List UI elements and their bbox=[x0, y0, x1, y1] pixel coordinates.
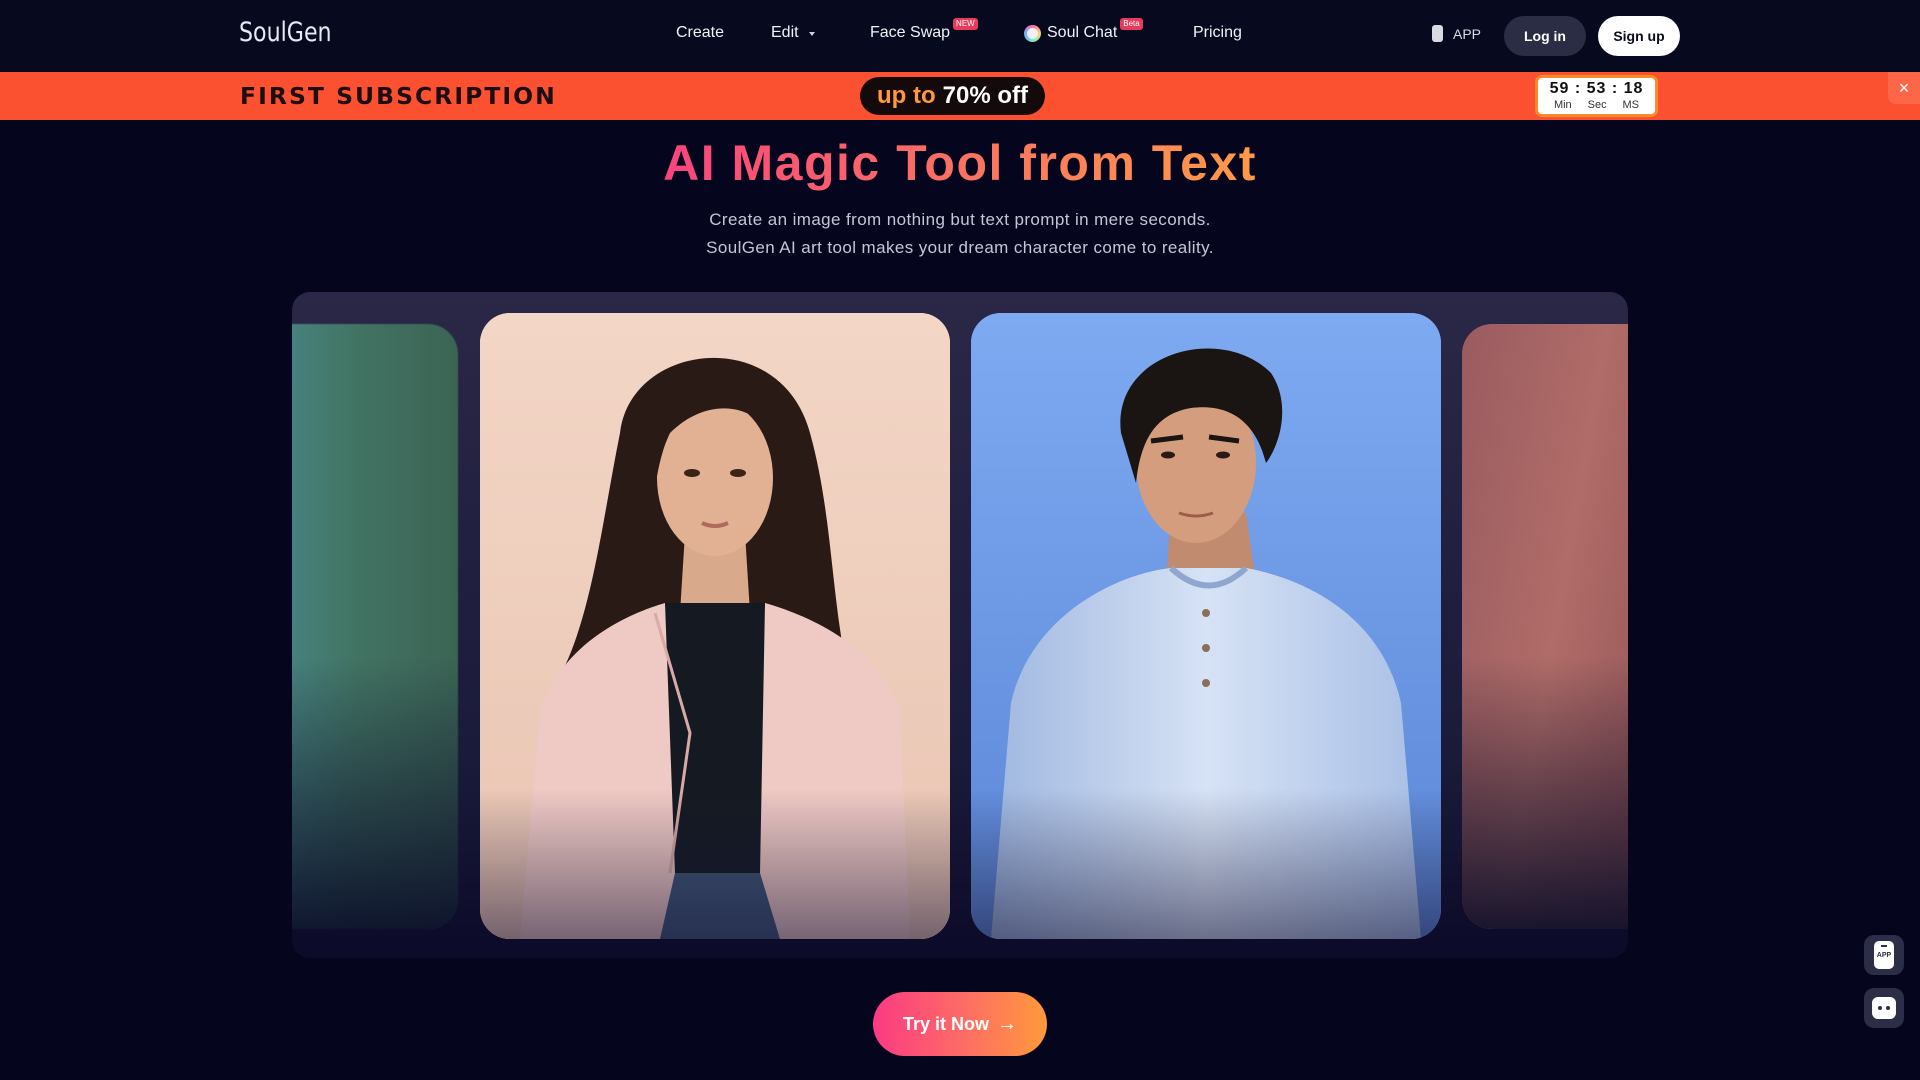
timer-min: 59 bbox=[1549, 80, 1570, 97]
timer-sec: 53 bbox=[1586, 80, 1607, 97]
app-link-label: APP bbox=[1453, 25, 1482, 42]
chat-bot-icon bbox=[1872, 997, 1896, 1019]
countdown-timer: 59 : 53 : 18 Min Sec MS bbox=[1535, 75, 1658, 117]
woman-portrait[interactable] bbox=[480, 313, 950, 939]
try-it-now-button[interactable]: Try it Now → bbox=[873, 992, 1047, 1056]
nav-pricing[interactable]: Pricing bbox=[1193, 24, 1242, 42]
try-it-now-label: Try it Now bbox=[902, 1013, 989, 1034]
blurred-left-slide[interactable] bbox=[292, 324, 458, 929]
nav-face-swap-label: Face Swap bbox=[870, 24, 951, 41]
nav-create[interactable]: Create bbox=[676, 24, 724, 42]
close-icon[interactable]: × bbox=[1888, 72, 1920, 104]
arrow-right-icon: → bbox=[997, 1012, 1017, 1035]
chevron-down-icon bbox=[808, 32, 815, 36]
timer-min-label: Min bbox=[1553, 99, 1572, 111]
timer-labels: Min Sec MS bbox=[1538, 99, 1655, 111]
page-title-text: AI Magic Tool from Text bbox=[663, 135, 1257, 191]
app-download-link[interactable]: APP bbox=[1432, 25, 1481, 42]
nav-soul-chat[interactable]: Soul Chat Beta bbox=[1024, 18, 1143, 42]
page-title: AI Magic Tool from Text bbox=[0, 134, 1920, 192]
slide-fade-overlay bbox=[480, 789, 950, 939]
timer-sec-label: Sec bbox=[1587, 99, 1607, 111]
floating-app-label: APP bbox=[1876, 951, 1892, 959]
timer-ms-label: MS bbox=[1622, 99, 1640, 111]
blurred-right-slide[interactable] bbox=[1462, 324, 1628, 929]
timer-values: 59 : 53 : 18 bbox=[1549, 80, 1644, 97]
floating-app-button[interactable]: APP bbox=[1864, 935, 1904, 975]
discount-value: 70% off bbox=[942, 82, 1028, 109]
timer-ms: 18 bbox=[1623, 80, 1644, 97]
hero-subtitle-line1: Create an image from nothing but text pr… bbox=[709, 210, 1211, 229]
app-phone-icon: APP bbox=[1874, 941, 1894, 969]
nav-edit[interactable]: Edit bbox=[771, 24, 815, 42]
floating-chat-button[interactable] bbox=[1864, 988, 1904, 1028]
slide-fade-overlay bbox=[971, 789, 1441, 939]
image-carousel[interactable] bbox=[292, 292, 1628, 958]
login-button[interactable]: Log in bbox=[1504, 16, 1586, 56]
nav-face-swap[interactable]: Face Swap NEW bbox=[870, 18, 978, 42]
discount-prefix: up to bbox=[877, 82, 936, 109]
nav-create-label: Create bbox=[676, 24, 725, 41]
promo-banner[interactable]: FIRST SUBSCRIPTION up to 70% off 59 : 53… bbox=[0, 72, 1920, 120]
nav-pricing-label: Pricing bbox=[1193, 24, 1242, 41]
hero-subtitle-line2: SoulGen AI art tool makes your dream cha… bbox=[706, 238, 1214, 257]
promo-title: FIRST SUBSCRIPTION bbox=[240, 84, 557, 110]
signup-button[interactable]: Sign up bbox=[1598, 16, 1680, 56]
nav-soul-chat-label: Soul Chat bbox=[1047, 24, 1118, 41]
man-portrait[interactable] bbox=[971, 313, 1441, 939]
discount-pill: up to 70% off bbox=[860, 77, 1045, 115]
soul-chat-icon bbox=[1024, 24, 1041, 42]
phone-icon bbox=[1432, 25, 1443, 42]
new-badge: NEW bbox=[953, 18, 978, 30]
site-header: SoulGen Create Edit Face Swap NEW Soul C… bbox=[0, 0, 1920, 72]
beta-badge: Beta bbox=[1120, 18, 1143, 30]
nav-edit-label: Edit bbox=[771, 24, 799, 41]
